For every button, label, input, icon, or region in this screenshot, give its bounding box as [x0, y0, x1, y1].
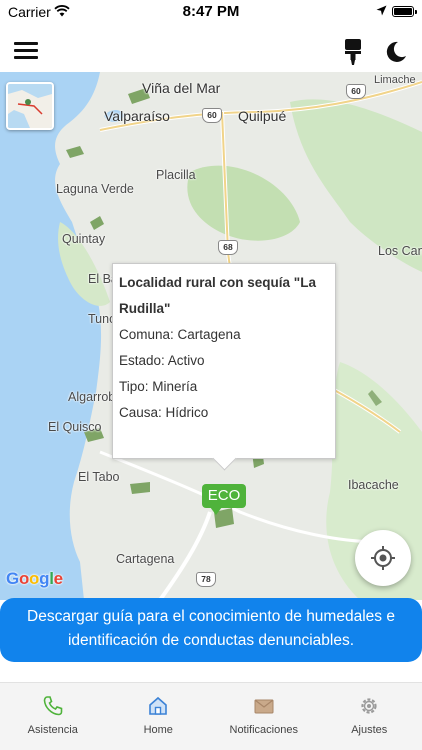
- eco-map-marker[interactable]: ECO: [202, 484, 246, 515]
- crosshair-icon: [371, 546, 395, 570]
- map-label-quintay: Quintay: [62, 232, 106, 246]
- map-label-algarrob: Algarrob: [68, 390, 116, 404]
- paint-brush-icon[interactable]: [342, 38, 364, 66]
- nav-label-notificaciones: Notificaciones: [229, 724, 298, 736]
- status-bar: Carrier 8:47 PM: [0, 0, 422, 24]
- road-shield-68: 68: [218, 240, 238, 255]
- nav-ajustes[interactable]: Ajustes: [317, 683, 422, 750]
- map-label-limache: Limache: [374, 74, 416, 86]
- google-logo: Google: [6, 569, 63, 588]
- map-label-cartagena: Cartagena: [116, 552, 175, 566]
- envelope-icon: [254, 699, 274, 714]
- road-shield-78: 78: [196, 572, 216, 587]
- location-arrow-icon: [376, 5, 387, 16]
- info-window-title: Localidad rural con sequía "La Rudilla": [119, 275, 316, 316]
- status-time: 8:47 PM: [182, 3, 240, 20]
- map-label-el-quisco: El Quisco: [48, 420, 102, 434]
- info-window[interactable]: Localidad rural con sequía "La Rudilla" …: [112, 263, 336, 459]
- info-estado: Estado: Activo: [119, 353, 205, 368]
- gear-icon: [361, 698, 377, 714]
- nav-home[interactable]: Home: [106, 683, 212, 750]
- map-label-vina-del-mar: Viña del Mar: [142, 80, 221, 96]
- nav-label-ajustes: Ajustes: [351, 724, 388, 736]
- map-label-valparaiso: Valparaíso: [104, 108, 170, 124]
- minimap-icon: [8, 84, 52, 128]
- map-label-quilpue: Quilpué: [238, 108, 287, 124]
- road-shield-60: 60: [346, 84, 366, 99]
- app-header: [0, 24, 422, 72]
- phone-icon: [43, 696, 63, 716]
- download-guide-banner[interactable]: Descargar guía para el conocimiento de h…: [0, 598, 422, 662]
- nav-asistencia[interactable]: Asistencia: [0, 683, 106, 750]
- map-label-laguna-verde: Laguna Verde: [56, 182, 134, 196]
- menu-button[interactable]: [14, 42, 38, 62]
- info-comuna: Comuna: Cartagena: [119, 327, 241, 342]
- battery-icon: [392, 6, 417, 17]
- map-label-el-tabo: El Tabo: [78, 470, 120, 484]
- map-view[interactable]: Viña del Mar Limache Valparaíso Quilpué …: [0, 72, 422, 600]
- map-label-los-cane: Los Cane: [378, 244, 422, 258]
- map-label-placilla: Placilla: [156, 168, 196, 182]
- nav-label-home: Home: [143, 724, 173, 736]
- bottom-navigation: Asistencia Home Notificaciones Ajustes: [0, 682, 422, 750]
- home-icon: [149, 696, 168, 715]
- map-type-thumbnail[interactable]: [6, 82, 54, 130]
- nav-notificaciones[interactable]: Notificaciones: [211, 683, 317, 750]
- moon-icon[interactable]: [384, 40, 408, 64]
- map-label-ibacache: Ibacache: [348, 478, 399, 492]
- my-location-button[interactable]: [355, 530, 411, 586]
- info-causa: Causa: Hídrico: [119, 405, 209, 420]
- nav-label-asistencia: Asistencia: [27, 724, 78, 736]
- road-shield-60: 60: [202, 108, 222, 123]
- info-tipo: Tipo: Minería: [119, 379, 198, 394]
